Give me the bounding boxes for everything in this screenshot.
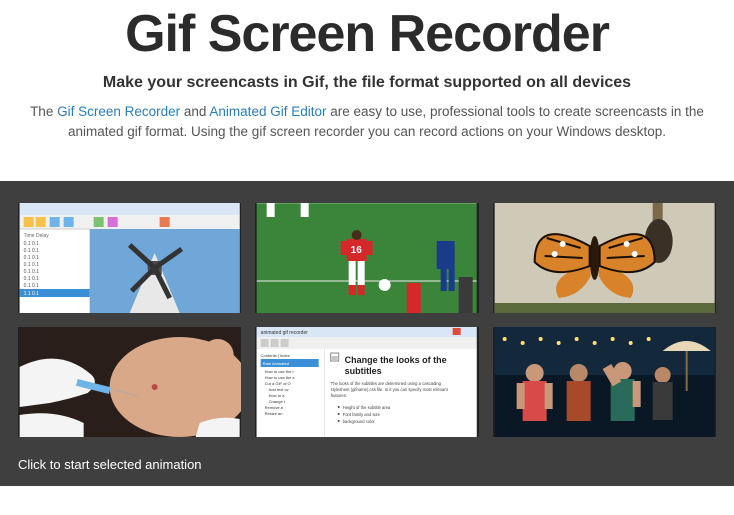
gallery-caption: Click to start selected animation bbox=[18, 453, 716, 472]
svg-text:Change t: Change t bbox=[269, 399, 286, 404]
thumbnail-grid: Time Delay 0.1 0.1 0.1 0.1 0.1 0.1 0.1 0… bbox=[18, 203, 716, 437]
svg-text:How to use the r: How to use the r bbox=[265, 369, 295, 374]
thumb-butterfly[interactable] bbox=[493, 203, 716, 313]
svg-text:16: 16 bbox=[351, 245, 363, 256]
page-title: Gif Screen Recorder bbox=[10, 4, 724, 64]
svg-text:Height of the subtitle area: Height of the subtitle area bbox=[343, 405, 391, 410]
svg-text:How to a: How to a bbox=[269, 393, 286, 398]
page-subtitle: Make your screencasts in Gif, the file f… bbox=[10, 74, 724, 92]
svg-text:Cut a GIF of O: Cut a GIF of O bbox=[265, 381, 291, 386]
desc-mid: and bbox=[180, 104, 209, 119]
svg-text:Resize an: Resize an bbox=[265, 411, 283, 416]
thumb-editor-windmill[interactable]: Time Delay 0.1 0.1 0.1 0.1 0.1 0.1 0.1 0… bbox=[18, 203, 241, 313]
svg-text:0.1 0.1: 0.1 0.1 bbox=[24, 269, 40, 275]
svg-text:0.1 0.1: 0.1 0.1 bbox=[24, 255, 40, 261]
svg-text:The looks of the subtitles are: The looks of the subtitles are determine… bbox=[331, 381, 442, 386]
svg-text:0.1 0.1: 0.1 0.1 bbox=[24, 262, 40, 268]
gallery-panel: Time Delay 0.1 0.1 0.1 0.1 0.1 0.1 0.1 0… bbox=[0, 181, 734, 486]
page-description: The Gif Screen Recorder and Animated Gif… bbox=[10, 102, 724, 143]
desc-pre: The bbox=[30, 104, 57, 119]
svg-text:stylesheet (gifname).css file.: stylesheet (gifname).css file. In it you… bbox=[331, 387, 449, 392]
svg-text:Time Delay: Time Delay bbox=[24, 233, 50, 239]
svg-text:Rate Animated: Rate Animated bbox=[263, 361, 289, 366]
svg-text:animated gif recorder: animated gif recorder bbox=[261, 330, 309, 336]
svg-text:Remove a: Remove a bbox=[265, 405, 284, 410]
svg-text:Contents | Index: Contents | Index bbox=[261, 353, 290, 358]
svg-text:Add text ov: Add text ov bbox=[269, 387, 289, 392]
svg-text:1.1 0.1: 1.1 0.1 bbox=[24, 291, 40, 297]
svg-text:0.1 0.1: 0.1 0.1 bbox=[24, 248, 40, 254]
svg-text:0.1 0.1: 0.1 0.1 bbox=[24, 241, 40, 247]
svg-text:0.1 0.1: 0.1 0.1 bbox=[24, 283, 40, 289]
thumb-subtitles-help[interactable]: animated gif recorder Contents | Index R… bbox=[255, 327, 478, 437]
link-recorder[interactable]: Gif Screen Recorder bbox=[57, 104, 180, 119]
svg-text:background color: background color bbox=[343, 419, 376, 424]
thumb-soccer[interactable]: 16 bbox=[255, 203, 478, 313]
svg-text:How to use the e: How to use the e bbox=[265, 375, 296, 380]
svg-text:0.1 0.1: 0.1 0.1 bbox=[24, 276, 40, 282]
svg-text:features:: features: bbox=[331, 393, 347, 398]
svg-text:Font family and size: Font family and size bbox=[343, 412, 381, 417]
svg-text:subtitles: subtitles bbox=[345, 366, 382, 376]
link-editor[interactable]: Animated Gif Editor bbox=[209, 104, 326, 119]
svg-text:Change the looks of the: Change the looks of the bbox=[345, 355, 447, 365]
thumb-medical-foot[interactable] bbox=[18, 327, 241, 437]
thumb-party-people[interactable] bbox=[493, 327, 716, 437]
